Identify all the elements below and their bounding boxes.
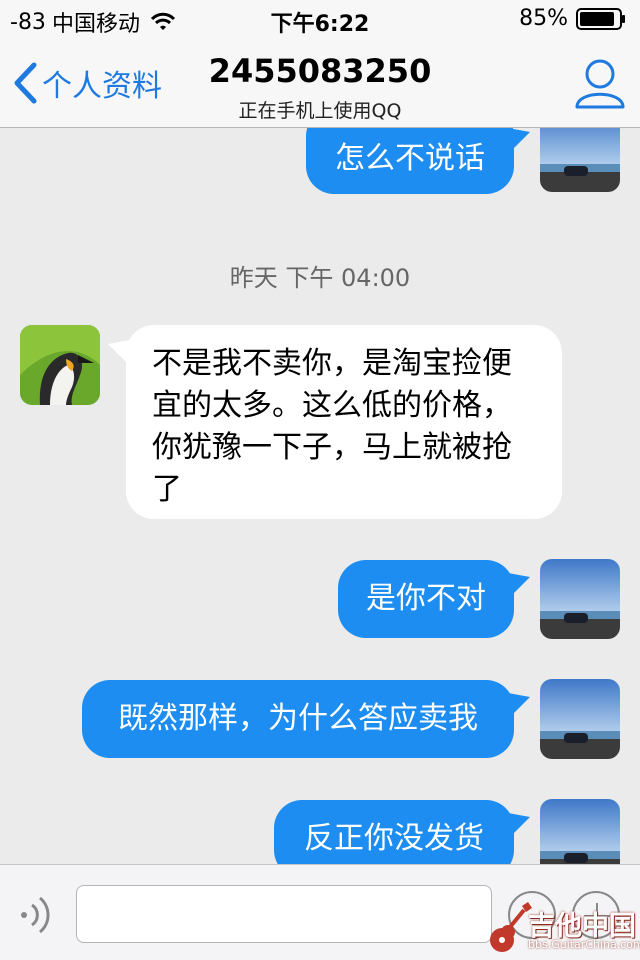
my-avatar[interactable]: [540, 679, 620, 759]
message-text: 不是我不卖你，是淘宝捡便宜的太多。这么低的价格，你犹豫一下子，马上就被抢了: [152, 346, 512, 507]
guitar-logo-icon: [490, 902, 532, 952]
bubble-tail: [508, 573, 530, 595]
profile-icon[interactable]: [574, 56, 626, 110]
watermark-url: bbs.GuitarChina.com: [528, 938, 640, 951]
chat-area[interactable]: 怎么不说话 昨天 下午 04:00 不是我不卖你，是淘宝捡便宜的太多。这么低的价…: [0, 128, 640, 864]
nav-bar: 个人资料 2455083250 正在手机上使用QQ: [0, 40, 640, 128]
battery-icon: [576, 7, 625, 30]
message-text: 既然那样，为什么答应卖我: [118, 701, 478, 736]
my-avatar[interactable]: [540, 128, 620, 192]
contact-avatar[interactable]: [20, 325, 100, 405]
bubble-tail: [508, 693, 530, 715]
my-avatar[interactable]: [540, 799, 620, 864]
voice-input-icon[interactable]: [16, 893, 60, 937]
timestamp-divider: 昨天 下午 04:00: [229, 264, 411, 292]
message-text: 怎么不说话: [335, 141, 485, 176]
penguin-avatar-image: [20, 325, 100, 405]
battery-percent: 85%: [519, 6, 568, 31]
my-avatar[interactable]: [540, 559, 620, 639]
message-bubble-outgoing[interactable]: 是你不对: [338, 560, 514, 638]
guitarchina-watermark: 吉他中国 bbs.GuitarChina.com: [488, 902, 640, 958]
message-bubble-incoming[interactable]: 不是我不卖你，是淘宝捡便宜的太多。这么低的价格，你犹豫一下子，马上就被抢了: [126, 325, 562, 519]
bubble-tail: [508, 128, 530, 150]
message-text: 反正你没发货: [304, 821, 484, 856]
my-avatar-image: [540, 128, 620, 192]
my-avatar-image: [540, 799, 620, 864]
contact-id-title: 2455083250: [208, 52, 432, 90]
my-avatar-image: [540, 559, 620, 639]
message-input[interactable]: [76, 885, 492, 943]
bubble-tail: [508, 813, 530, 835]
my-avatar-image: [540, 679, 620, 759]
message-text: 是你不对: [366, 581, 486, 616]
message-bubble-outgoing[interactable]: 既然那样，为什么答应卖我: [82, 680, 514, 758]
message-bubble-outgoing[interactable]: 怎么不说话: [306, 128, 514, 194]
status-right: 85%: [519, 6, 626, 31]
online-status-subtitle: 正在手机上使用QQ: [238, 100, 402, 122]
message-bubble-outgoing[interactable]: 反正你没发货: [274, 800, 514, 864]
status-bar: -83 中国移动 下午6:22 85%: [0, 0, 640, 40]
